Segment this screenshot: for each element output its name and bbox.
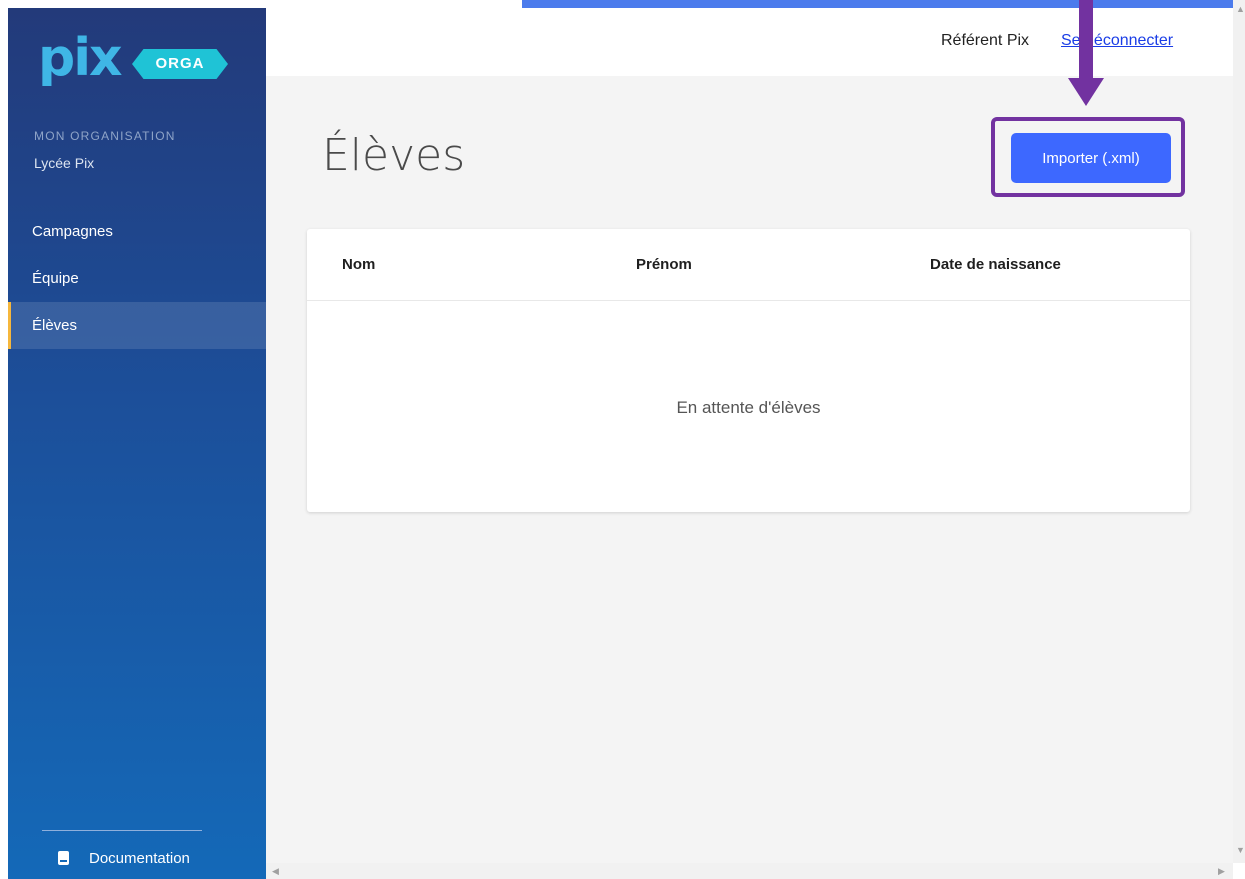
documentation-label: Documentation xyxy=(89,849,190,867)
sidebar-item-eleves[interactable]: Élèves xyxy=(8,302,266,349)
organisation-name: Lycée Pix xyxy=(34,155,95,171)
arrow-shaft xyxy=(1079,0,1093,78)
table-header: Nom Prénom Date de naissance xyxy=(307,229,1190,301)
scroll-down-icon[interactable]: ▼ xyxy=(1236,845,1245,855)
column-header-nom: Nom xyxy=(342,256,376,273)
sidebar-item-campagnes[interactable]: Campagnes xyxy=(8,208,266,255)
pix-orga-logo[interactable]: pix ORGA xyxy=(38,32,238,90)
documentation-link[interactable]: Documentation xyxy=(58,846,190,870)
sidebar-nav: Campagnes Équipe Élèves xyxy=(8,208,266,349)
import-button-highlight xyxy=(991,117,1185,197)
top-banner xyxy=(522,0,1245,8)
sidebar: pix ORGA MON ORGANISATION Lycée Pix Camp… xyxy=(8,8,266,879)
logout-link[interactable]: Se déconnecter xyxy=(1061,32,1173,50)
page-title: Élèves xyxy=(322,130,466,181)
horizontal-scrollbar[interactable] xyxy=(266,863,1233,879)
column-header-prenom: Prénom xyxy=(636,256,692,273)
column-header-date-de-naissance: Date de naissance xyxy=(930,256,1061,273)
organisation-label: MON ORGANISATION xyxy=(34,129,176,143)
logo-pix-text: pix xyxy=(38,28,123,88)
empty-state-message: En attente d'élèves xyxy=(676,398,821,417)
logo-badge-text: ORGA xyxy=(155,55,205,72)
sidebar-item-equipe[interactable]: Équipe xyxy=(8,255,266,302)
arrow-head xyxy=(1068,78,1104,106)
sidebar-divider xyxy=(42,830,202,831)
book-icon xyxy=(58,851,69,865)
scroll-right-icon[interactable]: ▶ xyxy=(1218,866,1225,877)
user-name: Référent Pix xyxy=(941,32,1030,49)
vertical-scrollbar[interactable] xyxy=(1233,0,1245,863)
scroll-up-icon[interactable]: ▲ xyxy=(1236,4,1245,14)
scroll-left-icon[interactable]: ◀ xyxy=(272,866,279,877)
students-table: Nom Prénom Date de naissance En attente … xyxy=(307,229,1190,512)
